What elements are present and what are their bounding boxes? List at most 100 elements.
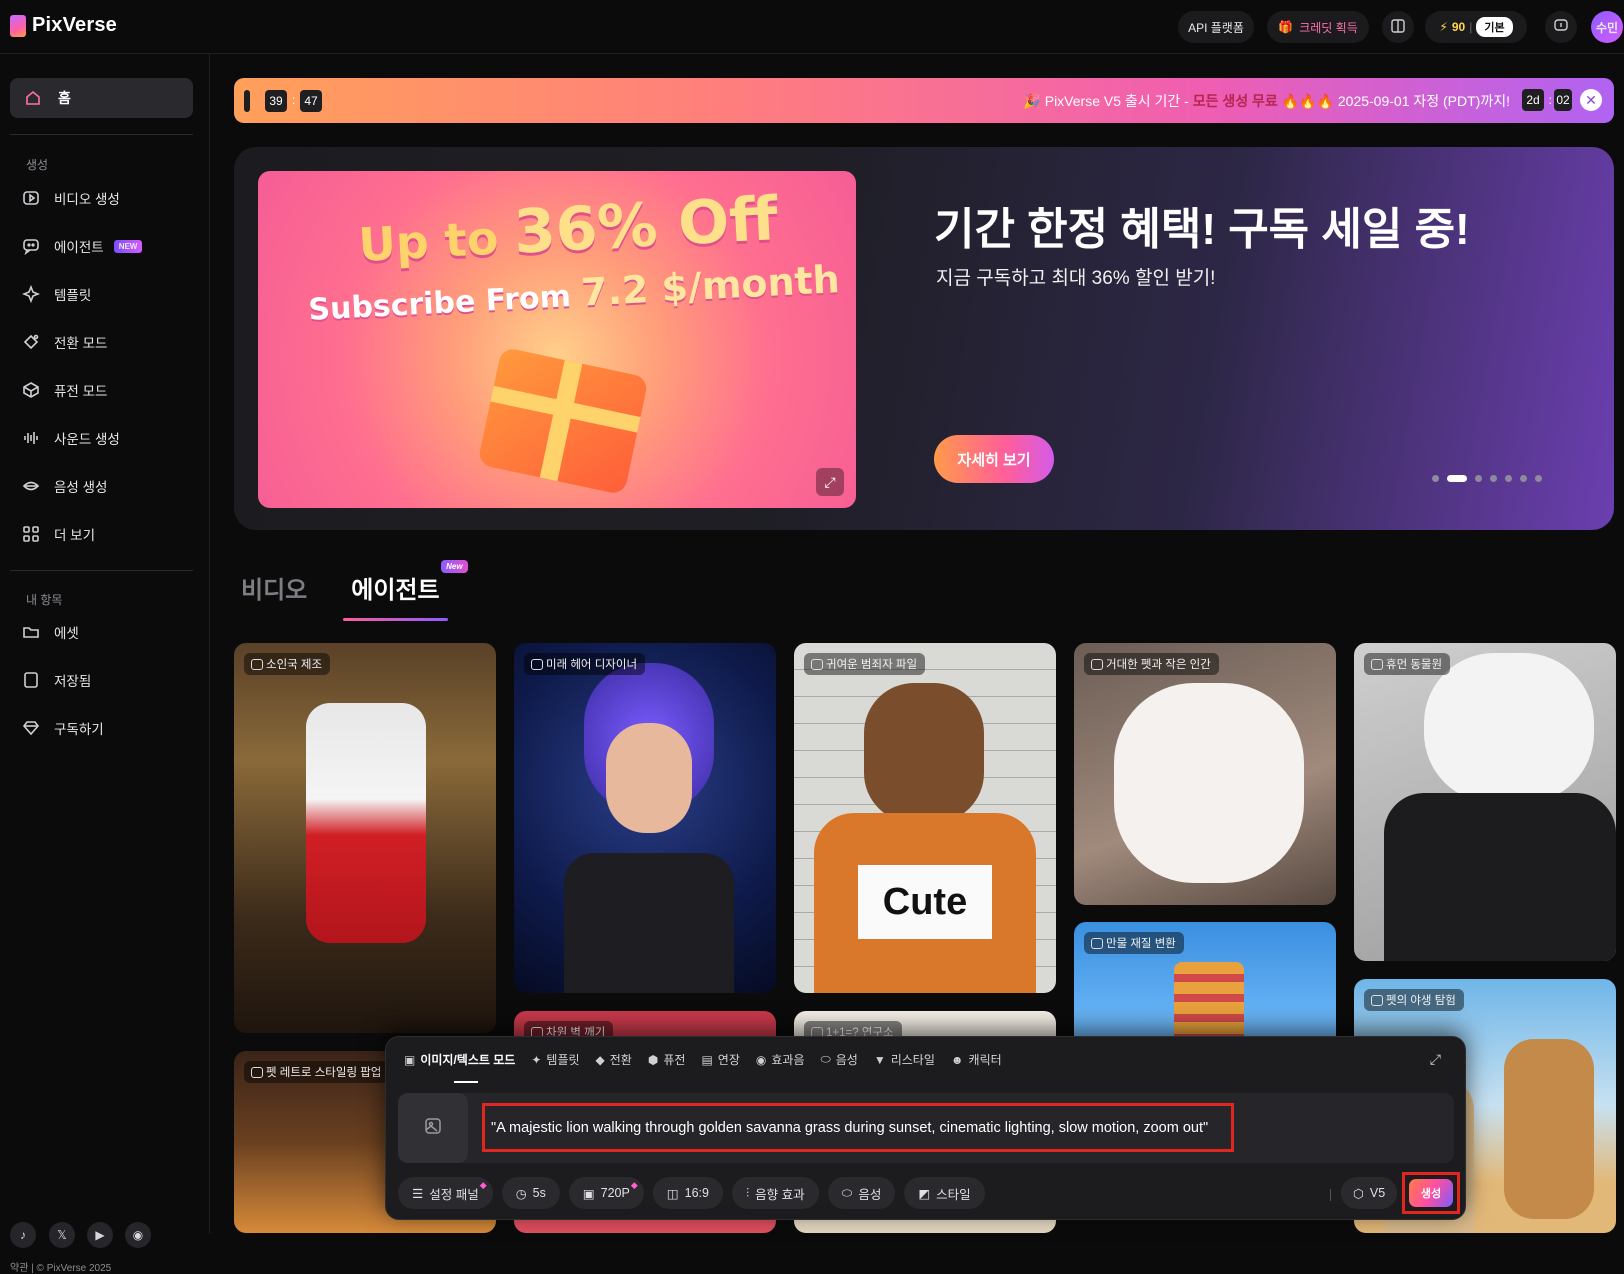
x-icon[interactable]: 𝕏	[49, 1222, 75, 1248]
section-label-mine: 내 항목	[26, 593, 63, 607]
mode-tab-template[interactable]: ✦ 템플릿	[531, 1051, 579, 1068]
mode-tab-fusion[interactable]: ⬢ 퓨전	[648, 1051, 686, 1068]
cube-icon	[22, 381, 40, 399]
card-miniature[interactable]: 소인국 제조	[234, 643, 496, 1033]
sidebar-item-agent[interactable]: 에이전트 NEW	[22, 234, 143, 258]
sidebar-item-video-create[interactable]: 비디오 생성	[22, 186, 120, 210]
divider	[10, 570, 193, 571]
api-platform-label: API 플랫폼	[1188, 20, 1244, 35]
folder-icon	[22, 623, 40, 641]
carousel-dot[interactable]	[1475, 475, 1482, 482]
voice-button[interactable]: ⬭ 음성	[827, 1177, 896, 1209]
sidebar-item-assets[interactable]: 에셋	[22, 620, 79, 644]
generate-button[interactable]: 생성	[1409, 1179, 1453, 1207]
docs-button[interactable]	[1382, 11, 1414, 43]
sparkle-icon: ✦	[531, 1052, 542, 1067]
earn-credit-button[interactable]: 🎁 크레딧 획득	[1267, 11, 1369, 43]
logo[interactable]: PixVerse	[10, 14, 117, 37]
learn-more-button[interactable]: 자세히 보기	[934, 435, 1054, 483]
promo-text: 🎉 PixVerse V5 출시 기간 - 모든 생성 무료 🔥🔥🔥 2025-…	[1023, 91, 1510, 111]
sidebar-item-home[interactable]: 홈	[10, 78, 193, 118]
expand-icon[interactable]: ⤢	[1430, 1051, 1441, 1068]
discord-icon[interactable]: ◉	[125, 1222, 151, 1248]
sidebar-item-sound[interactable]: 사운드 생성	[22, 426, 120, 450]
gift-box-icon	[477, 346, 649, 496]
avatar[interactable]: 수민	[1591, 11, 1623, 43]
carousel-dot[interactable]	[1432, 475, 1439, 482]
add-image-button[interactable]	[398, 1093, 468, 1163]
tab-video[interactable]: 비디오	[241, 570, 307, 621]
quality-button[interactable]: ▣ 720P ◆	[568, 1177, 644, 1209]
card-human-zoo[interactable]: 휴먼 동물원	[1354, 643, 1616, 961]
carousel-dot[interactable]	[1520, 475, 1527, 482]
tab-agent[interactable]: 에이전트 New	[343, 560, 468, 621]
logo-mark-icon	[10, 14, 26, 37]
sidebar-item-voice[interactable]: 음성 생성	[22, 474, 107, 498]
prompt-input[interactable]: "A majestic lion walking through golden …	[482, 1103, 1234, 1152]
section-label-create: 생성	[26, 158, 49, 172]
carousel-dot[interactable]	[1505, 475, 1512, 482]
sidebar-item-fusion[interactable]: 퓨전 모드	[22, 378, 107, 402]
gift-icon: 🎁	[1278, 20, 1294, 34]
mode-tab-sfx[interactable]: ◉ 효과음	[756, 1051, 805, 1068]
new-badge: New	[441, 560, 468, 573]
hero-promo-image[interactable]: Up to 36% Off Subscribe From 7.2 $/month…	[258, 171, 856, 508]
face-image	[606, 723, 692, 833]
new-badge: NEW	[113, 239, 143, 253]
sidebar-item-label: 에이전트	[54, 240, 104, 255]
sidebar-item-more[interactable]: 더 보기	[22, 522, 95, 546]
cute-sign: Cute	[858, 865, 992, 939]
youtube-icon[interactable]: ▶	[87, 1222, 113, 1248]
mode-tab-character[interactable]: ☻ 캐릭터	[951, 1051, 1002, 1068]
sidebar-item-label: 전환 모드	[54, 336, 108, 351]
card-giant-pet[interactable]: 거대한 펫과 작은 인간	[1074, 643, 1336, 905]
lips-icon: ⬭	[841, 1185, 853, 1200]
sidebar-item-saved[interactable]: 저장됨	[22, 668, 91, 692]
aspect-ratio-button[interactable]: ◫ 16:9	[652, 1177, 723, 1209]
model-version-button[interactable]: ⬡ V5	[1341, 1177, 1398, 1209]
close-icon[interactable]: ✕	[1580, 89, 1602, 111]
mode-tab-label: 리스타일	[890, 1053, 935, 1067]
transition-icon	[22, 333, 40, 351]
carousel-dot[interactable]	[1535, 475, 1542, 482]
duration-button[interactable]: ◷ 5s	[501, 1177, 560, 1209]
credits-plan-pill[interactable]: ⚡ 90 | 기본	[1425, 11, 1527, 43]
mode-tab-transition[interactable]: ◆ 전환	[596, 1051, 632, 1068]
carousel-dot[interactable]	[1490, 475, 1497, 482]
generate-label: 생성	[1420, 1188, 1442, 1200]
waveform-icon	[22, 429, 40, 447]
mode-tab-label: 음성	[835, 1053, 858, 1067]
mode-tab-extend[interactable]: ▤ 연장	[701, 1051, 739, 1068]
sidebar-item-label: 구독하기	[54, 722, 104, 737]
top-bar: PixVerse API 플랫폼 🎁 크레딧 획득 ⚡ 90 | 기본 수민	[0, 0, 1624, 54]
promo-banner[interactable]: 39 : 47 🎉 PixVerse V5 출시 기간 - 모든 생성 무료 🔥…	[234, 78, 1614, 123]
premium-gem-icon: ◆	[630, 1180, 638, 1190]
sidebar-item-label: 저장됨	[54, 674, 92, 689]
sidebar-item-template[interactable]: 템플릿	[22, 282, 91, 306]
api-platform-button[interactable]: API 플랫폼	[1178, 11, 1254, 43]
carousel-dot[interactable]	[1447, 475, 1467, 482]
tiktok-icon[interactable]: ♪	[10, 1222, 36, 1248]
expand-icon[interactable]: ⤢	[816, 468, 844, 496]
settings-panel-button[interactable]: ☰ 설정 패널 ◆	[398, 1177, 493, 1209]
legal-text[interactable]: 약관 | © PixVerse 2025	[10, 1259, 111, 1274]
mode-tab-voice[interactable]: ⬭ 음성	[820, 1051, 857, 1068]
model-version-label: V5	[1369, 1186, 1386, 1200]
mode-tab-restyle[interactable]: ▼ 리스타일	[874, 1051, 935, 1068]
generation-controls: ☰ 설정 패널 ◆ ◷ 5s ▣ 720P ◆ ◫ 16:9 ⫶ 음향 효과 ⬭ 음성 ◩ 스타일	[398, 1177, 985, 1209]
learn-more-label: 자세히 보기	[957, 451, 1031, 469]
sidebar-item-label: 홈	[58, 90, 71, 106]
card-tag: 휴먼 동물원	[1364, 653, 1451, 675]
card-cute-criminal[interactable]: Cute 귀여운 범죄자 파일	[794, 643, 1056, 993]
lightning-icon: ⚡	[1439, 20, 1448, 34]
card-tag: 거대한 펫과 작은 인간	[1084, 653, 1219, 675]
card-hair-designer[interactable]: 미래 헤어 디자이너	[514, 643, 776, 993]
image-plus-icon	[423, 1116, 443, 1141]
face-icon: ☻	[950, 1052, 964, 1067]
sfx-button[interactable]: ⫶ 음향 효과	[732, 1177, 819, 1209]
style-button[interactable]: ◩ 스타일	[904, 1177, 985, 1209]
sidebar-item-subscribe[interactable]: 구독하기	[22, 716, 104, 740]
notification-button[interactable]	[1545, 11, 1577, 43]
mode-tab-image-text[interactable]: ▣ 이미지/텍스트 모드	[404, 1051, 515, 1068]
sidebar-item-transition[interactable]: 전환 모드	[22, 330, 107, 354]
